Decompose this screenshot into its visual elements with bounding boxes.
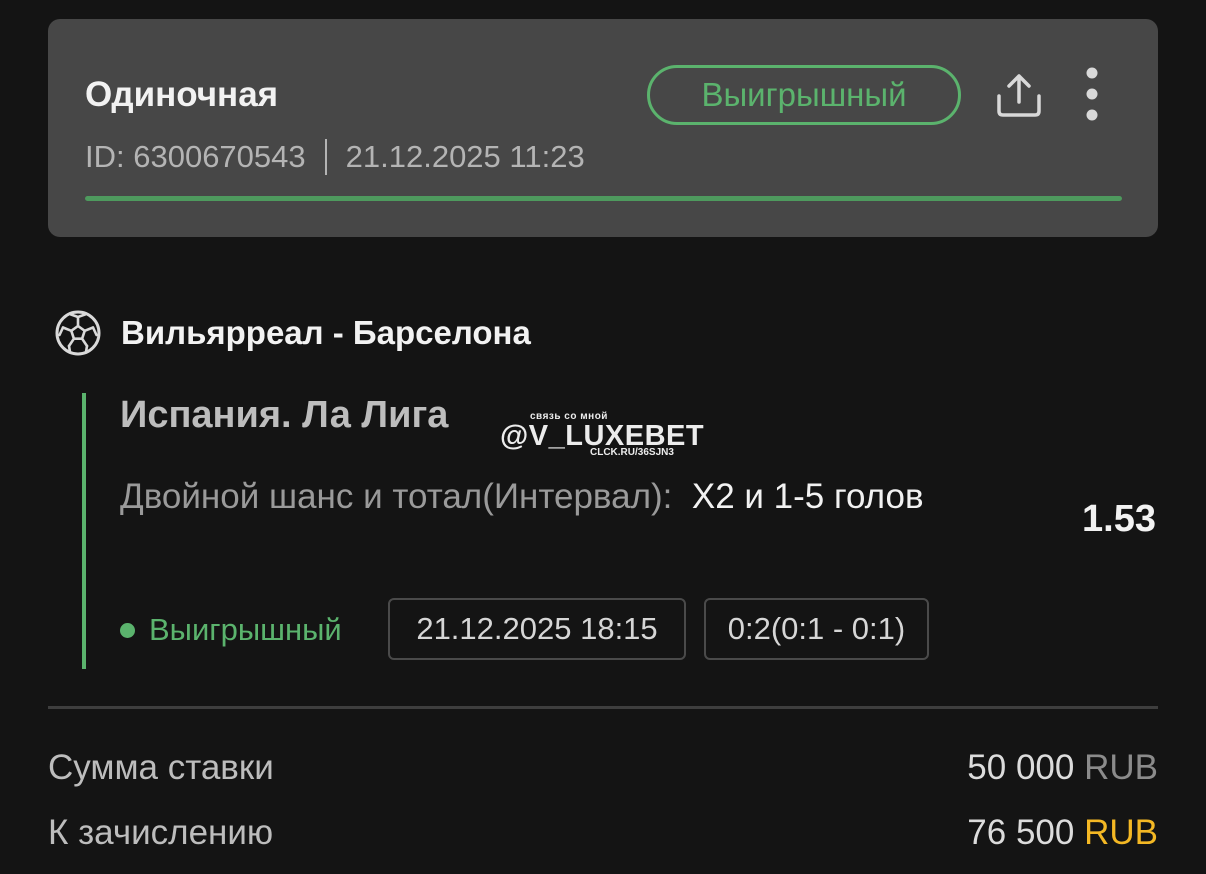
status-dot-icon <box>120 622 135 638</box>
payout-currency: RUB <box>1084 813 1158 852</box>
stake-currency: RUB <box>1084 748 1158 787</box>
meta-separator <box>324 139 327 175</box>
bet-id: ID: 6300670543 <box>85 139 306 174</box>
payout-label: К зачислению <box>48 813 274 852</box>
stake-label: Сумма ставки <box>48 748 274 787</box>
more-vertical-icon[interactable] <box>1078 67 1106 123</box>
payout-amount: 76 500 <box>967 813 1075 852</box>
leg-status: Выигрышный <box>120 612 342 648</box>
payout-row: К зачислению 76 500 RUB <box>48 813 1158 853</box>
leg-status-label: Выигрышный <box>149 612 342 647</box>
bet-header-card: Одиночная Выигрышный ID: 6300670543 21.1… <box>48 19 1158 237</box>
bet-meta: ID: 6300670543 21.12.2025 11:23 <box>85 139 585 175</box>
event-score: 0:2(0:1 - 0:1) <box>704 598 929 660</box>
stake-amount: 50 000 <box>967 748 1075 787</box>
watermark-bottom: CLCK.RU/36SJN3 <box>590 447 674 458</box>
league-name: Испания. Ла Лига <box>120 394 449 436</box>
stake-value: 50 000 RUB <box>967 748 1158 788</box>
event-name: Вильярреал - Барселона <box>121 314 531 351</box>
watermark: связь со мной @V_LUXEBET CLCK.RU/36SJN3 <box>500 411 710 461</box>
bet-type-title: Одиночная <box>85 75 279 114</box>
settlement-progress-fill <box>85 196 1122 201</box>
event-header[interactable]: Вильярреал - Барселона <box>54 309 531 357</box>
bet-status-badge: Выигрышный <box>647 65 961 125</box>
bet-market: Двойной шанс и тотал(Интервал): X2 и 1-5… <box>120 468 1000 525</box>
stake-row: Сумма ставки 50 000 RUB <box>48 748 1158 788</box>
event-start-time: 21.12.2025 18:15 <box>388 598 686 660</box>
divider <box>48 706 1158 709</box>
bet-datetime: 21.12.2025 11:23 <box>345 139 585 174</box>
market-selection: X2 и 1-5 голов <box>691 477 924 516</box>
soccer-ball-icon <box>55 310 101 356</box>
settlement-progress-bar <box>85 196 1122 201</box>
payout-value: 76 500 RUB <box>967 813 1158 853</box>
share-icon[interactable] <box>993 69 1045 121</box>
bet-leg-indicator <box>82 393 86 669</box>
market-label: Двойной шанс и тотал(Интервал): <box>120 477 673 516</box>
bet-odds: 1.53 <box>1082 498 1156 540</box>
